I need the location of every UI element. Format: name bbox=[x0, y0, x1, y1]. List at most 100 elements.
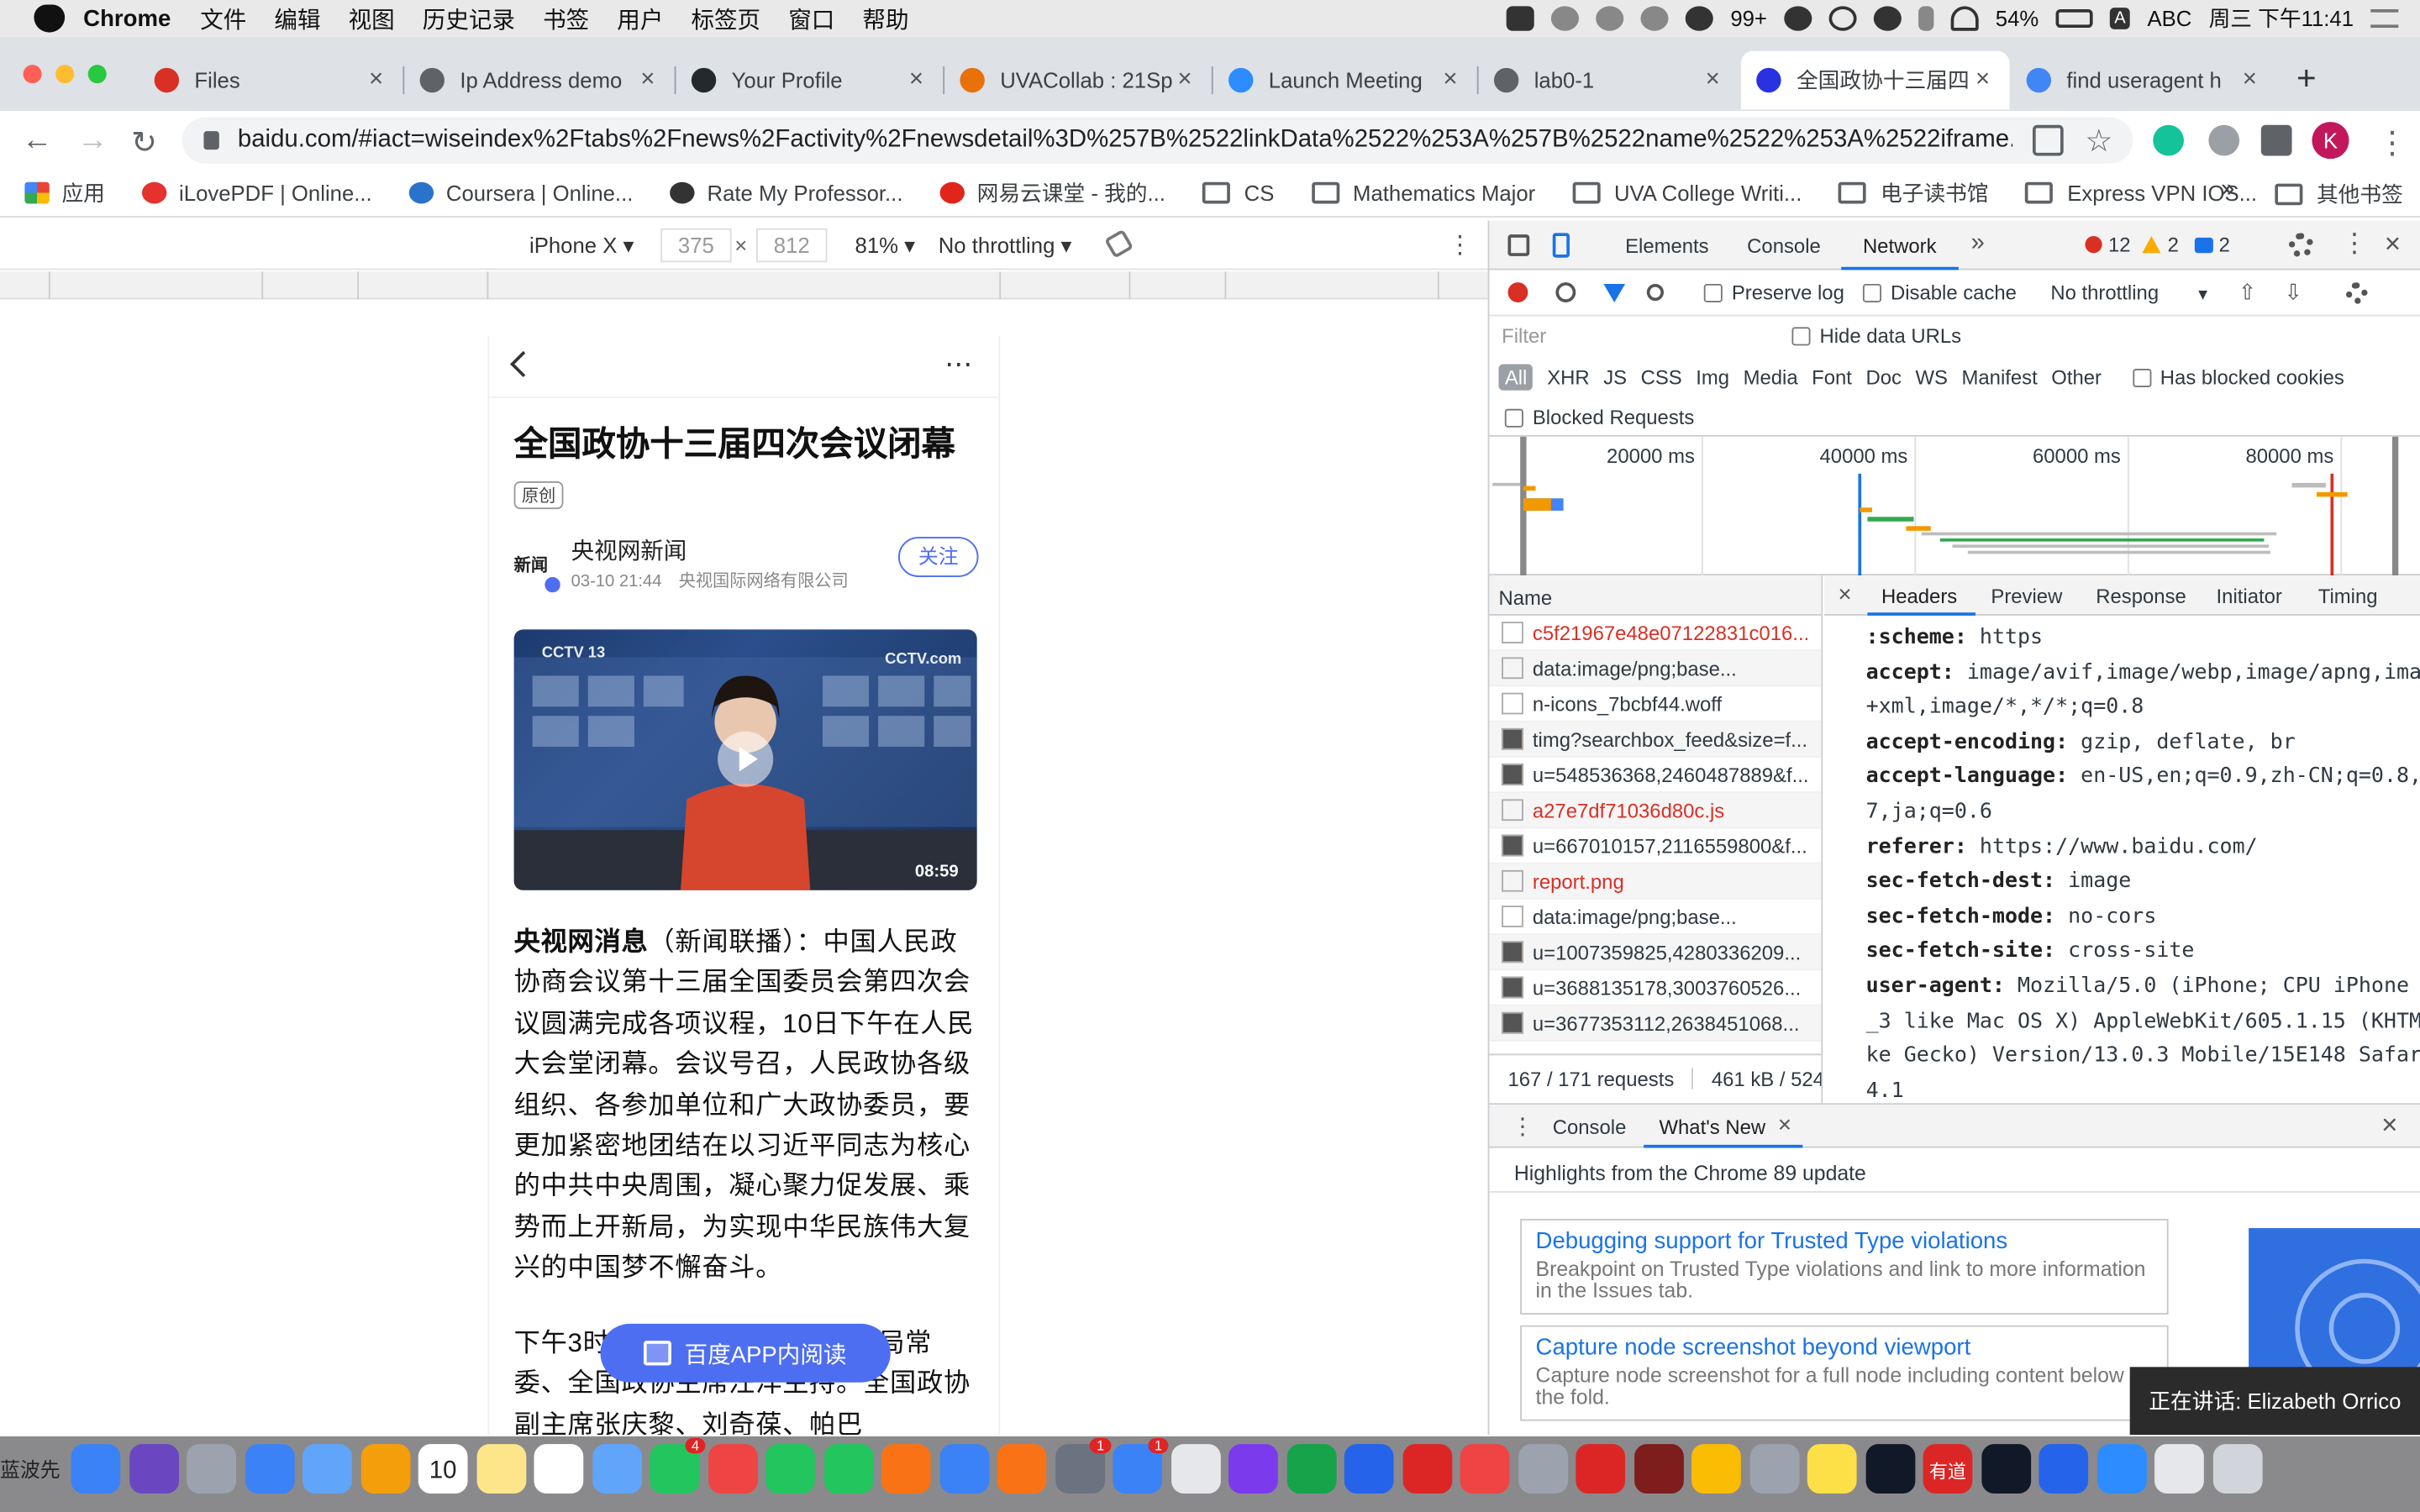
filter-input[interactable]: Filter bbox=[1496, 321, 1770, 352]
type-filter-css[interactable]: CSS bbox=[1641, 365, 1682, 388]
width-input[interactable]: 375 bbox=[660, 228, 732, 263]
dock-icon-chrome[interactable] bbox=[1691, 1444, 1741, 1494]
close-tab-icon[interactable]: × bbox=[640, 66, 662, 94]
qr-code-icon[interactable] bbox=[2032, 124, 2064, 156]
type-filter-manifest[interactable]: Manifest bbox=[1961, 365, 2037, 388]
dock-icon-onenote[interactable] bbox=[1228, 1444, 1278, 1494]
device-select[interactable]: iPhone X ▾ bbox=[529, 233, 634, 259]
type-filter-ws[interactable]: WS bbox=[1915, 365, 1947, 388]
close-tab-icon[interactable]: × bbox=[1443, 66, 1465, 94]
close-tab-icon[interactable]: × bbox=[2243, 66, 2265, 94]
dock-icon-cisco[interactable] bbox=[1865, 1444, 1915, 1494]
height-input[interactable]: 812 bbox=[756, 228, 828, 263]
dock-icon-rocket[interactable] bbox=[1749, 1444, 1799, 1494]
bookmark-item[interactable]: Mathematics Major bbox=[1311, 180, 1535, 204]
throttle-select[interactable]: No throttling ▾ bbox=[939, 233, 1072, 259]
rotate-icon[interactable] bbox=[1104, 228, 1134, 259]
request-row[interactable]: u=3688135178,3003760526... bbox=[1489, 970, 1822, 1006]
dock-icon-acrobat[interactable] bbox=[1402, 1444, 1452, 1494]
dock-icon-pages[interactable] bbox=[881, 1444, 931, 1494]
close-window-button[interactable] bbox=[23, 65, 42, 84]
details-tab-headers[interactable]: Headers bbox=[1881, 585, 1957, 608]
dock-icon-preview-files[interactable] bbox=[2154, 1444, 2204, 1494]
search-icon[interactable] bbox=[1828, 6, 1857, 31]
drawer-menu-icon[interactable]: ⋮ bbox=[1511, 1112, 1534, 1140]
tab-5[interactable]: Launch Meeting × bbox=[1213, 51, 1479, 110]
video-player[interactable]: CCTV 13 CCTV.com 08:59 bbox=[513, 629, 977, 890]
dock-icon-maps[interactable] bbox=[1171, 1444, 1220, 1494]
dock-icon-keynote[interactable] bbox=[939, 1444, 989, 1494]
input-method-icon[interactable]: A bbox=[2109, 8, 2131, 29]
reload-icon[interactable]: ↻ bbox=[131, 123, 157, 162]
close-tab-icon[interactable]: × bbox=[369, 66, 391, 94]
other-bookmarks[interactable]: 其他书签 bbox=[2275, 179, 2403, 210]
details-tab-response[interactable]: Response bbox=[2096, 585, 2186, 608]
dock-icon-trash[interactable] bbox=[2212, 1444, 2262, 1494]
open-in-app-button[interactable]: 百度APP内阅读 bbox=[600, 1323, 891, 1383]
dock-icon-rename[interactable] bbox=[1460, 1444, 1510, 1494]
device-toolbar-more-icon[interactable]: ⋮ bbox=[1448, 230, 1472, 261]
bookmark-item[interactable]: 电子读书馆 bbox=[1839, 176, 1989, 207]
details-tab-preview[interactable]: Preview bbox=[1991, 585, 2062, 608]
menu-history[interactable]: 历史记录 bbox=[423, 3, 515, 35]
inspect-element-icon[interactable] bbox=[1507, 234, 1530, 256]
menubar-clock[interactable]: 周三 下午11:41 bbox=[2209, 3, 2354, 34]
dock-icon-notes[interactable] bbox=[476, 1444, 526, 1494]
close-tab-icon[interactable]: × bbox=[909, 66, 931, 94]
import-har-icon[interactable]: ⇧ bbox=[2238, 279, 2257, 305]
tab-3[interactable]: Your Profile × bbox=[676, 51, 945, 110]
dock-icon-youdao[interactable]: 有道 bbox=[1923, 1444, 1973, 1494]
dock-icon-finder[interactable] bbox=[71, 1444, 121, 1494]
dock-icon-numbers[interactable] bbox=[765, 1444, 815, 1494]
type-filter-media[interactable]: Media bbox=[1744, 365, 1798, 388]
dock-icon-rar[interactable] bbox=[1634, 1444, 1683, 1494]
lock-icon[interactable] bbox=[203, 131, 219, 150]
request-row[interactable]: u=3677353112,2638451068... bbox=[1489, 1005, 1822, 1042]
dock-icon-launchpad[interactable] bbox=[187, 1444, 237, 1494]
bookmark-item[interactable]: Rate My Professor... bbox=[670, 180, 902, 204]
bookmark-item[interactable]: Coursera | Online... bbox=[408, 180, 633, 204]
dock-icon-music[interactable] bbox=[708, 1444, 757, 1494]
filter-icon[interactable] bbox=[1603, 283, 1626, 302]
dock-icon-zoom-meetings[interactable] bbox=[2096, 1444, 2146, 1494]
play-icon[interactable] bbox=[718, 731, 774, 787]
dock-icon-stickies[interactable] bbox=[1807, 1444, 1857, 1494]
forward-icon[interactable]: → bbox=[77, 123, 108, 159]
menu-people[interactable]: 用户 bbox=[617, 3, 663, 35]
network-settings-icon[interactable] bbox=[2345, 281, 2368, 303]
request-row[interactable]: c5f21967e48e07122831c016... bbox=[1489, 616, 1822, 652]
has-blocked-cookies-checkbox[interactable]: Has blocked cookies bbox=[2132, 365, 2344, 388]
dock-icon-reminders[interactable] bbox=[534, 1444, 584, 1494]
issues-counter[interactable]: 12 2 2 bbox=[2085, 233, 2230, 256]
dock-icon-system-preferences[interactable]: 1 bbox=[1055, 1437, 1111, 1494]
card-title[interactable]: Capture node screenshot beyond viewport bbox=[1536, 1335, 2154, 1361]
request-row[interactable]: data:image/png;base... bbox=[1489, 651, 1822, 687]
dock-icon-preview[interactable] bbox=[302, 1444, 352, 1494]
request-row[interactable]: report.png bbox=[1489, 864, 1822, 900]
bluetooth-icon[interactable] bbox=[1918, 6, 1934, 31]
search-network-icon[interactable] bbox=[1646, 283, 1665, 302]
menu-tab[interactable]: 标签页 bbox=[691, 3, 760, 35]
dock-icon-zoom[interactable] bbox=[2039, 1444, 2089, 1494]
request-row[interactable]: timg?searchbox_feed&size=f... bbox=[1489, 722, 1822, 758]
battery-icon[interactable] bbox=[2055, 9, 2093, 29]
request-row[interactable]: n-icons_7bcbf44.woff bbox=[1489, 686, 1822, 722]
type-filter-other[interactable]: Other bbox=[2051, 365, 2102, 388]
back-icon[interactable]: ← bbox=[22, 123, 53, 159]
tab-1[interactable]: Files × bbox=[139, 51, 405, 110]
whats-new-card-node-screenshot[interactable]: Capture node screenshot beyond viewport … bbox=[1520, 1325, 2169, 1421]
devtools-tab-elements[interactable]: Elements bbox=[1625, 234, 1709, 258]
record-icon[interactable] bbox=[1507, 282, 1528, 303]
whats-new-card-trusted-types[interactable]: Debugging support for Trusted Type viola… bbox=[1520, 1219, 2169, 1315]
disable-cache-checkbox[interactable]: Disable cache bbox=[1862, 281, 2017, 304]
menu-help[interactable]: 帮助 bbox=[862, 3, 908, 35]
bookmark-item[interactable]: UVA College Writi... bbox=[1572, 180, 1802, 204]
hide-data-urls-checkbox[interactable]: Hide data URLs bbox=[1791, 324, 1961, 347]
chrome-menu-icon[interactable]: ⋮ bbox=[2377, 123, 2408, 162]
preserve-log-checkbox[interactable]: Preserve log bbox=[1703, 281, 1844, 304]
menu-window[interactable]: 窗口 bbox=[788, 3, 834, 35]
throttling-select[interactable]: No throttling ▼ bbox=[2050, 281, 2210, 304]
extension-icon[interactable] bbox=[2208, 124, 2240, 156]
apple-icon[interactable] bbox=[34, 4, 66, 33]
address-bar[interactable]: baidu.com/#iact=wiseindex%2Ftabs%2Fnews%… bbox=[182, 117, 2133, 164]
